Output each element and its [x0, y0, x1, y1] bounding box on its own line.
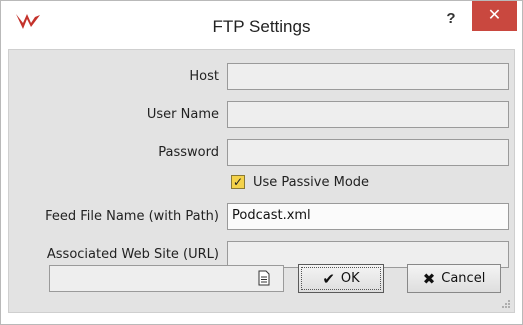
web-site-label: Associated Web Site (URL) [46, 247, 219, 262]
user-name-input[interactable] [227, 101, 509, 128]
dialog-body: Host User Name Password ✓ Use Passive Mo… [8, 49, 515, 313]
passive-mode-label: Use Passive Mode [253, 175, 370, 190]
document-icon[interactable] [257, 270, 271, 286]
ok-button[interactable]: ✔ OK [298, 264, 384, 293]
title-bar: FTP Settings ? ✕ [1, 1, 522, 49]
help-button[interactable]: ? [438, 7, 464, 31]
feed-file-label: Feed File Name (with Path) [45, 209, 219, 224]
host-input[interactable] [227, 63, 509, 90]
close-button[interactable]: ✕ [472, 1, 517, 31]
checkmark-icon: ✔ [322, 269, 335, 288]
password-label: Password [158, 145, 219, 160]
password-input[interactable] [227, 139, 509, 166]
cancel-button[interactable]: ✖ Cancel [407, 264, 501, 293]
x-icon: ✖ [422, 269, 436, 288]
host-label: Host [189, 69, 219, 84]
passive-mode-checkbox[interactable]: ✓ [231, 175, 245, 189]
ok-label: OK [340, 271, 360, 286]
user-name-label: User Name [146, 107, 219, 122]
preset-field[interactable] [49, 265, 284, 292]
cancel-label: Cancel [441, 271, 486, 286]
ftp-settings-dialog: FTP Settings ? ✕ Host User Name Password… [0, 0, 523, 325]
feed-file-input[interactable]: Podcast.xml [227, 203, 509, 230]
resize-grip-icon[interactable] [501, 299, 511, 309]
